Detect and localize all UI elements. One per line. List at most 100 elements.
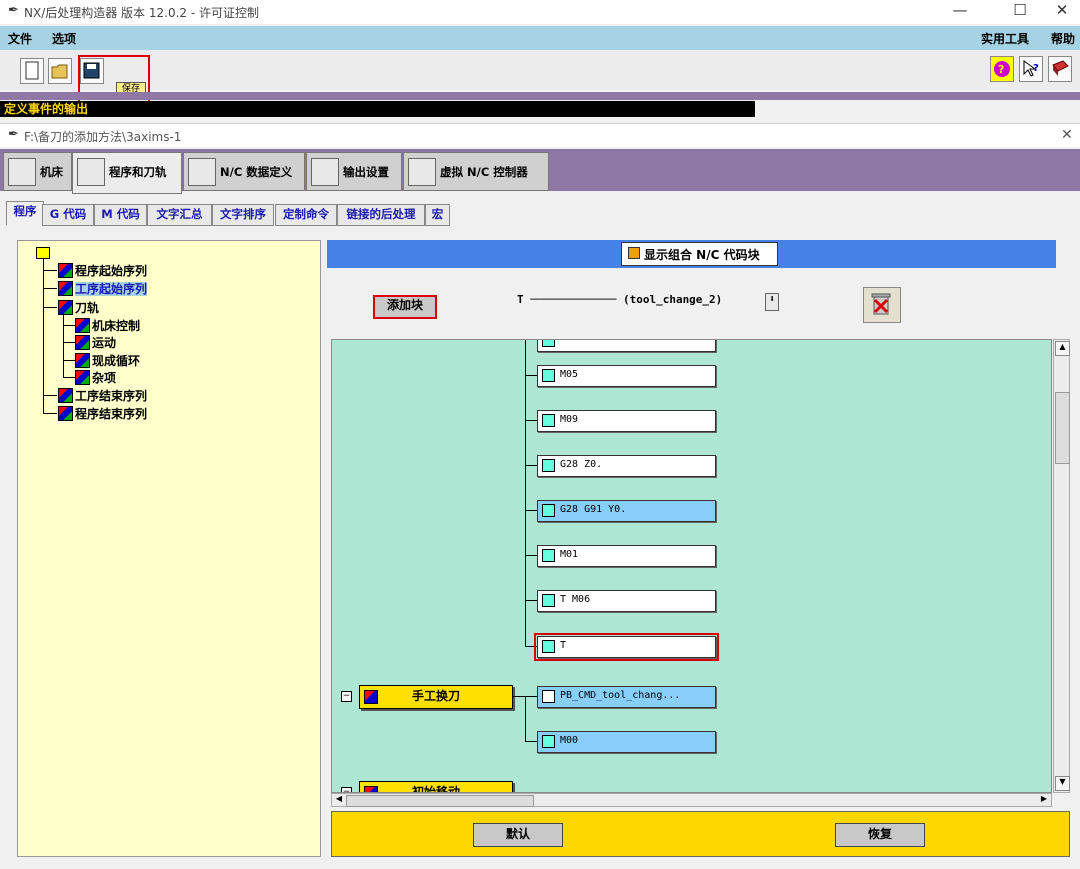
tree-item-toolpath[interactable]: 刀轨: [58, 299, 99, 316]
folder-icon: [36, 247, 50, 259]
subtab-macro[interactable]: 宏: [425, 204, 450, 226]
tree-item-operation-start[interactable]: 工序起始序列: [58, 280, 148, 297]
tree-line: [63, 325, 75, 326]
hand-icon: [542, 690, 555, 703]
printer-icon: [311, 158, 339, 186]
connector-line: [525, 420, 537, 421]
tree-item-misc[interactable]: 杂项: [75, 369, 116, 386]
svg-text:?: ?: [998, 63, 1004, 76]
dropdown-arrow-icon[interactable]: ⬇: [765, 293, 779, 311]
block-item[interactable]: G28 Z0.: [537, 455, 716, 477]
tree-item-label: 程序起始序列: [75, 264, 148, 278]
block-item[interactable]: M05: [537, 365, 716, 387]
collapse-toggle[interactable]: −: [341, 691, 352, 702]
connector-line: [525, 375, 537, 376]
add-block-button[interactable]: 添加块: [373, 295, 437, 319]
tree-item-program-start[interactable]: 程序起始序列: [58, 262, 147, 279]
scroll-up-icon[interactable]: ▲: [1055, 341, 1070, 356]
help-question-icon[interactable]: ?: [990, 56, 1014, 82]
app-feather-icon: ✒: [8, 3, 19, 18]
minimize-button[interactable]: —: [940, 1, 980, 19]
tab-nc-data-definition[interactable]: N/C 数据定义: [183, 152, 305, 191]
new-file-icon[interactable]: [20, 58, 44, 84]
trash-icon[interactable]: [863, 287, 901, 323]
block-item-custom-command[interactable]: PB_CMD_tool_chang...: [537, 686, 716, 708]
tab-label: 机床: [40, 165, 63, 179]
tree-item-canned-cycle[interactable]: 现成循环: [75, 352, 140, 369]
close-button[interactable]: ✕: [1042, 1, 1080, 19]
block-item-partial[interactable]: [537, 340, 716, 352]
event-initial-move[interactable]: 初始移动: [359, 781, 513, 792]
restore-button[interactable]: 恢复: [835, 823, 925, 847]
tree-item-label: 现成循环: [92, 354, 141, 368]
connector-line: [525, 555, 537, 556]
horizontal-scrollbar[interactable]: ◀ ▶: [331, 793, 1052, 807]
manual-book-icon[interactable]: [1048, 56, 1072, 82]
subwindow-path: F:\备刀的添加方法\3axims-1: [24, 130, 182, 144]
tab-machine[interactable]: 机床: [3, 152, 72, 191]
tree-item-label: 程序结束序列: [75, 407, 148, 421]
sequence-icon: [58, 388, 73, 403]
subtab-linked-posts[interactable]: 链接的后处理: [337, 204, 425, 226]
open-folder-icon[interactable]: [48, 58, 72, 84]
subtab-word-summary[interactable]: 文字汇总: [147, 204, 212, 226]
connector-line: [525, 646, 537, 647]
tree-line: [43, 270, 57, 271]
sequence-icon: [58, 406, 73, 421]
vertical-scroll-thumb[interactable]: [1055, 392, 1070, 464]
block-item[interactable]: M00: [537, 731, 716, 753]
block-item-highlighted[interactable]: T: [534, 633, 719, 661]
menu-utilities[interactable]: 实用工具: [981, 30, 1029, 47]
tree-item-operation-end[interactable]: 工序结束序列: [58, 387, 147, 404]
subtab-program[interactable]: 程序: [6, 201, 44, 225]
scroll-down-icon[interactable]: ▼: [1055, 776, 1070, 791]
connector-line: [525, 600, 537, 601]
machine-icon: [8, 158, 36, 186]
menu-bar: 文件 选项 实用工具 帮助: [0, 26, 1080, 50]
sequence-tree: 程序起始序列 工序起始序列 刀轨 机床控制 运动 现成循环 杂项 工序结束序列 …: [17, 240, 321, 857]
maximize-button[interactable]: ☐: [1000, 1, 1040, 19]
connector-line: [525, 465, 537, 466]
nc-data-icon: [188, 158, 216, 186]
tree-line: [43, 259, 44, 413]
menu-help[interactable]: 帮助: [1051, 30, 1075, 47]
tab-program-toolpath[interactable]: 程序和刀轨: [72, 152, 182, 194]
default-button[interactable]: 默认: [473, 823, 563, 847]
menu-options[interactable]: 选项: [52, 30, 76, 47]
tree-item-machine-control[interactable]: 机床控制: [75, 317, 140, 334]
vertical-scrollbar[interactable]: ▲ ▼: [1053, 339, 1070, 793]
subtab-word-sequence[interactable]: 文字排序: [212, 204, 274, 226]
menu-file[interactable]: 文件: [8, 30, 32, 47]
subwindow-title-bar: ✒ F:\备刀的添加方法\3axims-1 ✕: [0, 123, 1080, 147]
tree-item-label: 工序结束序列: [75, 389, 148, 403]
tree-line: [63, 342, 75, 343]
block-item[interactable]: M09: [537, 410, 716, 432]
tree-line: [43, 413, 57, 414]
block-item-selected[interactable]: G28 G91 Y0.: [537, 500, 716, 522]
scroll-left-icon[interactable]: ◀: [333, 794, 345, 806]
tree-item-program-end[interactable]: 程序结束序列: [58, 405, 147, 422]
tab-label: 虚拟 N/C 控制器: [440, 165, 528, 179]
subtab-custom-command[interactable]: 定制命令: [275, 204, 337, 226]
subtab-g-code[interactable]: G 代码: [42, 204, 94, 226]
show-combined-checkbox[interactable]: 显示组合 N/C 代码块: [621, 242, 778, 266]
window-title-bar: ✒ NX/后处理构造器 版本 12.0.2 - 许可证控制 — ☐ ✕: [0, 0, 1080, 24]
tab-output-settings[interactable]: 输出设置: [306, 152, 402, 191]
tree-item-motion[interactable]: 运动: [75, 334, 116, 351]
block-item[interactable]: M01: [537, 545, 716, 567]
toolpath-icon: [77, 158, 105, 186]
scroll-right-icon[interactable]: ▶: [1038, 794, 1050, 806]
tab-virtual-nc-controller[interactable]: 虚拟 N/C 控制器: [403, 152, 549, 191]
sequence-icon: [75, 318, 90, 333]
event-manual-tool-change[interactable]: 手工换刀: [359, 685, 513, 709]
tree-item-label: 运动: [92, 336, 117, 350]
subtab-m-code[interactable]: M 代码: [94, 204, 147, 226]
block-icon: [542, 369, 555, 382]
block-icon: [542, 549, 555, 562]
tree-line: [43, 288, 57, 289]
context-help-icon[interactable]: ?: [1019, 56, 1043, 82]
horizontal-scroll-thumb[interactable]: [346, 795, 534, 807]
subwindow-close-button[interactable]: ✕: [1061, 127, 1073, 143]
block-item[interactable]: T M06: [537, 590, 716, 612]
block-select-dropdown[interactable]: T ───────────── (tool_change_2) ⬇: [517, 293, 779, 311]
